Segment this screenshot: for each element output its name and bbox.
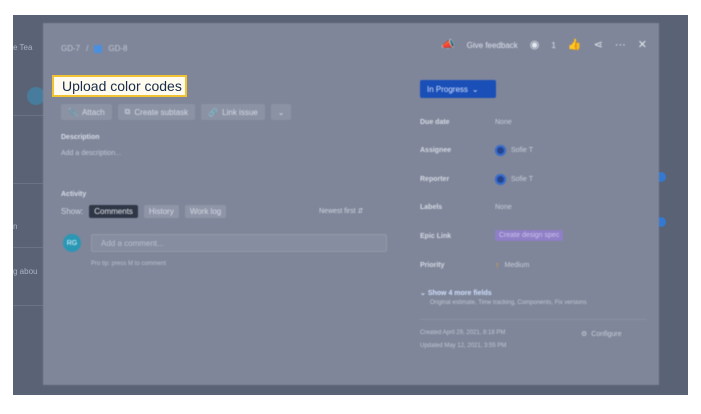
activity-filter: Show: Comments History Work log (61, 205, 227, 218)
breadcrumb-separator: / (86, 44, 89, 53)
priority-arrow-icon: ↑ (495, 260, 500, 270)
subtask-icon: ⧉ (124, 107, 131, 116)
backdrop-divider (13, 183, 43, 184)
configure-button[interactable]: ⚙ Configure (581, 330, 622, 339)
show-more-label: Show 4 more fields (427, 290, 492, 297)
description-field[interactable]: Add a description... (61, 150, 121, 157)
create-subtask-button[interactable]: ⧉ Create subtask (117, 104, 196, 120)
link-issue-button[interactable]: 🔗 Link issue (201, 104, 265, 120)
labels-value: None (495, 204, 512, 211)
toolbar-more-button[interactable]: ⌄ (270, 104, 292, 120)
created-timestamp: Created April 29, 2021, 8:18 PM (420, 330, 506, 336)
reporter-avatar (495, 174, 506, 185)
tab-comments[interactable]: Comments (89, 205, 138, 218)
link-icon: 🔗 (208, 107, 219, 117)
field-label-priority: Priority (420, 262, 445, 269)
attach-label: Attach (81, 107, 105, 117)
more-icon[interactable]: ··· (615, 40, 626, 51)
issue-toolbar: 📎 Attach ⧉ Create subtask 🔗 Link issue ⌄ (61, 104, 292, 120)
field-label-assignee: Assignee (420, 147, 452, 154)
megaphone-icon: 📣 (440, 39, 455, 51)
epic-tag[interactable]: Create design spec (495, 230, 564, 241)
activity-heading: Activity (61, 191, 87, 198)
field-value-labels[interactable]: None (495, 204, 512, 211)
field-label-reporter: Reporter (420, 176, 450, 183)
chevron-down-icon: ⌄ (277, 107, 285, 117)
paperclip-icon: 📎 (68, 107, 78, 117)
protip-text: Pro tip: press M to comment (91, 261, 167, 267)
status-label: In Progress (427, 84, 468, 94)
reporter-name: Sofie T (511, 176, 534, 183)
breadcrumb: GD-7 / GD-8 (61, 44, 127, 53)
field-value-reporter[interactable]: Sofie T (495, 174, 533, 185)
issue-title[interactable]: Upload color codes (52, 75, 187, 97)
chevron-down-icon: ⌄ (471, 84, 479, 94)
assignee-name: Sofie T (511, 147, 534, 154)
watchers-count: 1 (551, 41, 556, 50)
backdrop-text: g abou (13, 267, 38, 276)
backdrop-divider (13, 115, 43, 116)
task-type-icon (94, 44, 103, 53)
backdrop-text: n (13, 222, 18, 231)
attach-button[interactable]: 📎 Attach (61, 104, 112, 120)
sort-order-button[interactable]: Newest first ⇵ (319, 207, 363, 215)
breadcrumb-issue[interactable]: GD-8 (108, 44, 127, 53)
tab-history[interactable]: History (143, 205, 179, 218)
show-label: Show: (61, 207, 84, 216)
comment-input[interactable]: Add a comment... (91, 234, 387, 252)
chevron-down-icon: ⌄ (420, 290, 426, 297)
field-value-epic-link[interactable]: Create design spec (495, 230, 564, 241)
field-value-due-date[interactable]: None (495, 119, 512, 126)
configure-label: Configure (591, 330, 622, 338)
backdrop-divider (13, 305, 43, 306)
modal-header-actions: 📣 Give feedback ◉ 1 👍 ⋖ ··· ✕ (441, 40, 647, 51)
thumbs-up-icon[interactable]: 👍 (568, 40, 582, 51)
priority-value: Medium (504, 261, 530, 269)
link-issue-label: Link issue (222, 107, 258, 117)
updated-timestamp: Updated May 12, 2021, 3:55 PM (420, 343, 507, 349)
field-value-assignee[interactable]: Sofie T (495, 145, 533, 156)
tab-work-log[interactable]: Work log (184, 205, 227, 218)
details-divider (420, 319, 646, 320)
field-value-priority[interactable]: ↑ Medium (495, 260, 529, 270)
description-heading: Description (61, 134, 100, 141)
more-fields-summary: Original estimate, Time tracking, Compon… (430, 300, 587, 306)
field-label-epic-link: Epic Link (420, 233, 452, 240)
field-label-due-date: Due date (420, 119, 450, 126)
close-icon[interactable]: ✕ (638, 40, 647, 51)
due-date-value: None (495, 119, 512, 126)
eye-icon[interactable]: ◉ (530, 40, 540, 51)
status-dropdown[interactable]: In Progress ⌄ (420, 80, 496, 98)
assignee-avatar (495, 145, 506, 156)
avatar: RG (63, 234, 81, 252)
backdrop-text: e Tea (13, 43, 33, 52)
create-subtask-label: Create subtask (134, 107, 189, 117)
gear-icon: ⚙ (581, 331, 588, 338)
backdrop-divider (13, 247, 43, 248)
field-label-labels: Labels (420, 204, 443, 211)
give-feedback-button[interactable]: Give feedback (467, 41, 518, 50)
breadcrumb-parent[interactable]: GD-7 (61, 44, 80, 53)
share-icon[interactable]: ⋖ (594, 40, 603, 51)
show-more-fields-button[interactable]: ⌄ Show 4 more fields (420, 289, 492, 297)
